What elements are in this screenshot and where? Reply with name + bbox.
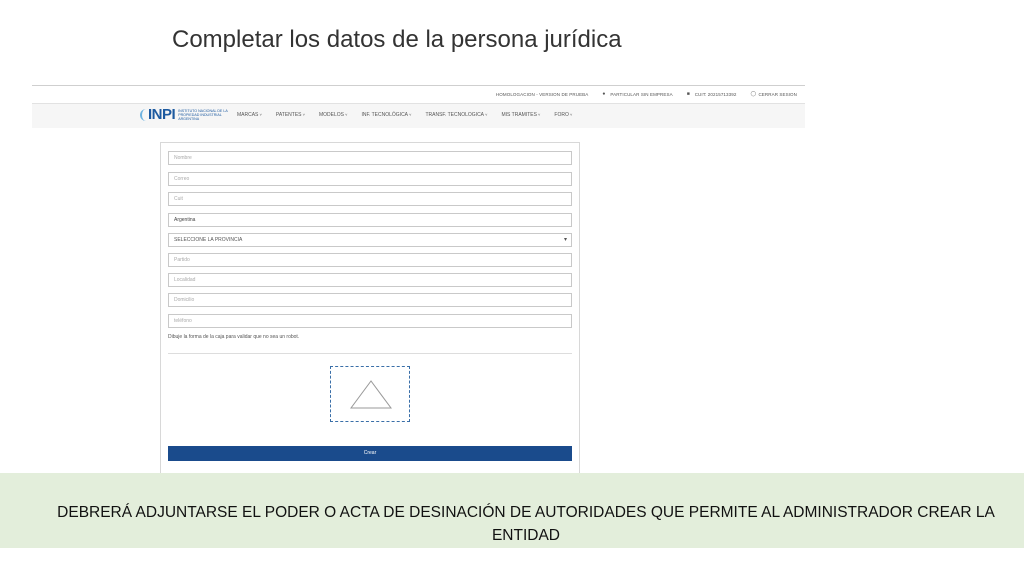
- top-utility-bar: HOMOLOGACION - VERSION DE PRUEBA ● PARTIC…: [496, 89, 797, 99]
- menu-foro[interactable]: FORO: [554, 112, 572, 118]
- cuit-input[interactable]: Cuit: [168, 192, 572, 206]
- localidad-input[interactable]: Localidad: [168, 273, 572, 287]
- telefono-input[interactable]: teléfono: [168, 314, 572, 328]
- power-icon: ◯: [750, 90, 757, 97]
- environment-label: HOMOLOGACION - VERSION DE PRUEBA: [496, 92, 588, 97]
- menu-modelos[interactable]: MODELOS: [319, 112, 347, 118]
- captcha-drawing-box[interactable]: [330, 366, 410, 422]
- slide-title: Completar los datos de la persona jurídi…: [172, 26, 622, 53]
- menu-marcas[interactable]: MARCAS: [237, 112, 262, 118]
- menu-patentes[interactable]: PATENTES: [276, 112, 305, 118]
- pais-input[interactable]: Argentina: [168, 213, 572, 227]
- logout-text: CERRAR SESION: [758, 91, 797, 97]
- logo-subtitle: INSTITUTO NACIONAL DE LA PROPIEDAD INDUS…: [178, 108, 228, 121]
- provincia-select[interactable]: SELECCIONE LA PROVINCIA: [168, 233, 572, 247]
- inpi-header: HOMOLOGACION - VERSION DE PRUEBA ● PARTIC…: [32, 85, 805, 128]
- main-navbar: INPI INSTITUTO NACIONAL DE LA PROPIEDAD …: [32, 103, 805, 128]
- logo-swoosh-icon: [140, 108, 148, 121]
- entity-form: Nombre Correo Cuit Argentina SELECCIONE …: [160, 142, 580, 476]
- divider: [168, 353, 572, 354]
- menu-mis-tramites[interactable]: MIS TRAMITES: [501, 112, 540, 118]
- menu-inf-tecnologica[interactable]: INF. TECNOLÓGICA: [361, 112, 411, 118]
- menu-transf-tecnologica[interactable]: TRANSF. TECNOLOGICA: [425, 112, 487, 118]
- partido-input[interactable]: Partido: [168, 253, 572, 267]
- user-icon: ●: [602, 90, 606, 97]
- card-icon: ■: [686, 90, 690, 97]
- crear-button[interactable]: Crear: [168, 446, 572, 461]
- cuit-text: CUIT: 20215713392: [694, 91, 737, 97]
- user-name: PARTICULAR SIN EMPRESA: [610, 91, 673, 97]
- inpi-logo[interactable]: INPI INSTITUTO NACIONAL DE LA PROPIEDAD …: [140, 106, 230, 123]
- user-menu[interactable]: ● PARTICULAR SIN EMPRESA: [602, 90, 673, 97]
- logo-mark: INPI: [148, 106, 176, 123]
- domicilio-input[interactable]: Domicilio: [168, 293, 572, 307]
- note-banner: DEBRERÁ ADJUNTARSE EL PODER O ACTA DE DE…: [0, 473, 1024, 548]
- note-text: DEBRERÁ ADJUNTARSE EL PODER O ACTA DE DE…: [57, 504, 995, 544]
- main-menu: MARCAS PATENTES MODELOS INF. TECNOLÓGICA…: [237, 112, 572, 118]
- correo-input[interactable]: Correo: [168, 172, 572, 186]
- nombre-input[interactable]: Nombre: [168, 151, 572, 165]
- cuit-label: ■ CUIT: 20215713392: [686, 90, 737, 97]
- environment-text: HOMOLOGACION - VERSION DE PRUEBA: [495, 91, 589, 97]
- logout-link[interactable]: ◯ CERRAR SESION: [750, 90, 797, 97]
- captcha-instructions: Dibuje la forma de la caja para validar …: [168, 334, 300, 340]
- triangle-drawing-icon: [350, 380, 392, 409]
